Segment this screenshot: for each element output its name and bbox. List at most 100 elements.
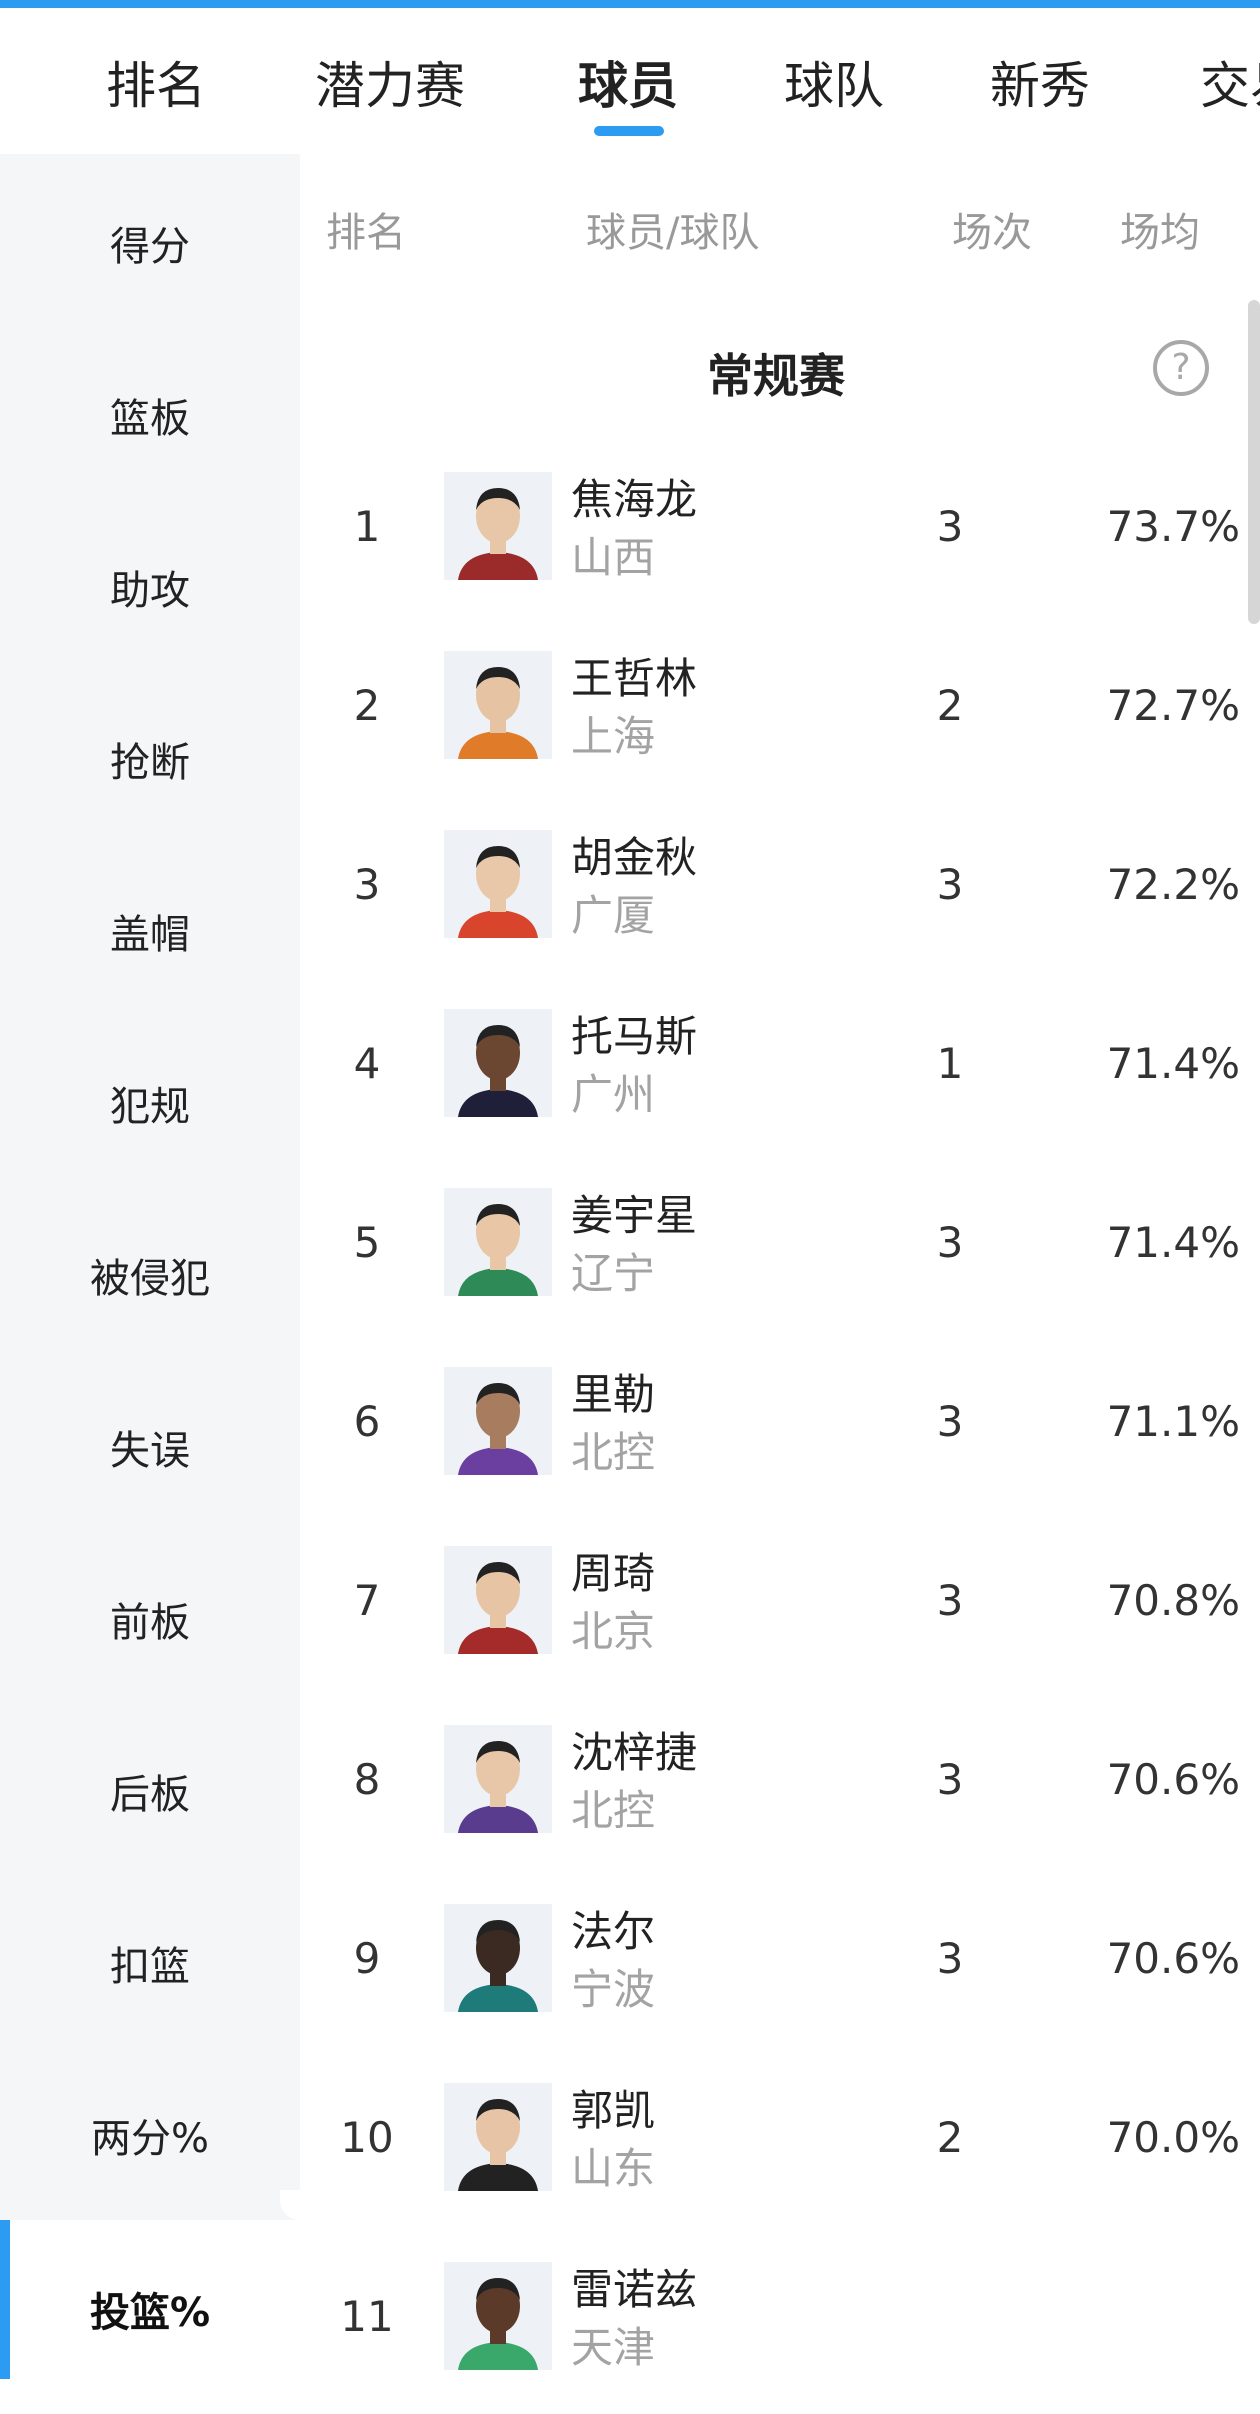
header-games: 场次 [952, 210, 1032, 256]
games-played: 1 [936, 1039, 964, 1088]
field-goal-pct: 70.6% [1106, 1755, 1240, 1804]
player-name: 姜宇星 [571, 1191, 698, 1240]
games-played: 2 [936, 2113, 964, 2162]
player-name: 周琦 [571, 1549, 656, 1598]
player-avatar [444, 651, 552, 759]
tab-rookies[interactable]: 新秀 [990, 46, 1090, 118]
header-average: 场均 [1120, 210, 1200, 256]
table-row[interactable]: 1 焦海龙 山西 3 73.7% [300, 446, 1248, 624]
field-goal-pct: 71.1% [1106, 1397, 1240, 1446]
field-goal-pct: 72.7% [1106, 681, 1240, 730]
header-player-team: 球员/球队 [586, 210, 760, 256]
player-name: 郭凯 [571, 2086, 656, 2135]
player-avatar [444, 1546, 552, 1654]
rank-number: 5 [353, 1218, 381, 1267]
player-team: 广厦 [571, 891, 656, 940]
field-goal-pct: 70.0% [1106, 2113, 1240, 2162]
player-name: 雷诺兹 [571, 2265, 698, 2314]
rank-number: 9 [353, 1934, 381, 1983]
rank-number: 2 [353, 681, 381, 730]
scrollbar-thumb[interactable] [1248, 300, 1260, 624]
tab-trades[interactable]: 交易 [1200, 46, 1260, 118]
sidebar-item-dunks[interactable]: 扣篮 [0, 1934, 300, 1992]
sidebar-item-steals[interactable]: 抢断 [0, 730, 300, 788]
player-avatar [444, 1188, 552, 1296]
player-team: 山西 [571, 533, 656, 582]
category-tab-bar: 赛 排名 潜力赛 球员 球队 新秀 交易 [0, 8, 1260, 154]
sidebar-item-points[interactable]: 得分 [0, 214, 300, 272]
player-avatar [444, 1367, 552, 1475]
player-name: 胡金秋 [571, 833, 698, 882]
player-team: 天津 [571, 2323, 656, 2372]
tab-potential[interactable]: 潜力赛 [315, 46, 465, 118]
games-played: 2 [936, 681, 964, 730]
sidebar-item-fouls[interactable]: 犯规 [0, 1074, 300, 1132]
games-played: 3 [936, 1934, 964, 1983]
table-row[interactable]: 6 里勒北控 3 71.1% [300, 1341, 1248, 1519]
games-played: 3 [936, 1755, 964, 1804]
games-played: 3 [936, 1576, 964, 1625]
player-avatar [444, 2262, 552, 2370]
table-row[interactable]: 10 郭凯山东 2 70.0% [300, 2057, 1248, 2235]
player-team: 宁波 [571, 1965, 656, 2014]
sidebar-item-blocks[interactable]: 盖帽 [0, 902, 300, 960]
section-title: 常规赛 [707, 349, 845, 403]
player-name: 托马斯 [571, 1012, 698, 1061]
player-avatar [444, 2083, 552, 2191]
table-row[interactable]: 7 周琦北京 3 70.8% [300, 1520, 1248, 1698]
tab-teams[interactable]: 球队 [784, 46, 884, 118]
rank-number: 3 [353, 860, 381, 909]
field-goal-pct: 71.4% [1106, 1039, 1240, 1088]
player-name: 王哲林 [571, 654, 698, 703]
rank-number: 10 [340, 2113, 394, 2162]
player-avatar [444, 472, 552, 580]
table-row[interactable]: 5 姜宇星辽宁 3 71.4% [300, 1162, 1248, 1340]
player-team: 北京 [571, 1607, 656, 1656]
sidebar-item-assists[interactable]: 助攻 [0, 558, 300, 616]
player-name: 沈梓捷 [571, 1728, 698, 1777]
table-row[interactable]: 8 沈梓捷北控 3 70.6% [300, 1699, 1248, 1877]
tab-players[interactable]: 球员 [578, 46, 678, 118]
games-played: 3 [936, 502, 964, 551]
player-avatar [444, 1009, 552, 1117]
sidebar-item-two-point-pct[interactable]: 两分% [0, 2106, 300, 2164]
field-goal-pct: 73.7% [1106, 502, 1240, 551]
games-played: 3 [936, 1218, 964, 1267]
player-avatar [444, 1904, 552, 2012]
stat-category-sidebar: 得分 篮板 助攻 抢断 盖帽 犯规 被侵犯 失误 前板 后板 扣篮 两分% [0, 154, 300, 2379]
player-avatar [444, 1725, 552, 1833]
player-team: 广州 [571, 1070, 656, 1119]
sidebar-item-turnovers[interactable]: 失误 [0, 1418, 300, 1476]
player-team: 辽宁 [571, 1249, 656, 1298]
player-name: 里勒 [571, 1370, 656, 1419]
player-name: 焦海龙 [571, 475, 698, 524]
rank-number: 4 [353, 1039, 381, 1088]
player-team: 山东 [571, 2144, 656, 2193]
top-accent-bar [0, 0, 1260, 8]
question-circle-icon[interactable]: ? [1153, 340, 1209, 396]
field-goal-pct: 70.8% [1106, 1576, 1240, 1625]
rank-number: 11 [340, 2292, 394, 2341]
header-rank: 排名 [326, 210, 406, 256]
table-row[interactable]: 3 胡金秋 广厦 3 72.2% [300, 804, 1248, 982]
sidebar-item-fouled[interactable]: 被侵犯 [0, 1246, 300, 1304]
player-team: 北控 [571, 1786, 656, 1835]
tab-ranking[interactable]: 排名 [106, 46, 206, 118]
games-played: 3 [936, 1397, 964, 1446]
field-goal-pct: 72.2% [1106, 860, 1240, 909]
rank-number: 7 [353, 1576, 381, 1625]
player-team: 北控 [571, 1428, 656, 1477]
table-row[interactable]: 9 法尔 宁波 3 70.6% [300, 1878, 1248, 2056]
sidebar-item-offensive-rebounds[interactable]: 前板 [0, 1590, 300, 1648]
player-avatar [444, 830, 552, 938]
field-goal-pct: 71.4% [1106, 1218, 1240, 1267]
table-row[interactable]: 11 雷诺兹天津 [300, 2236, 1248, 2414]
table-row[interactable]: 4 托马斯广州 1 71.4% [300, 983, 1248, 1161]
sidebar-item-fg-pct[interactable]: 投篮% [0, 2280, 300, 2338]
sidebar-item-defensive-rebounds[interactable]: 后板 [0, 1762, 300, 1820]
table-row[interactable]: 2 王哲林 上海 2 72.7% [300, 625, 1248, 803]
sidebar-item-rebounds[interactable]: 篮板 [0, 386, 300, 444]
player-name: 法尔 [571, 1907, 656, 1956]
rank-number: 8 [353, 1755, 381, 1804]
rank-number: 6 [353, 1397, 381, 1446]
